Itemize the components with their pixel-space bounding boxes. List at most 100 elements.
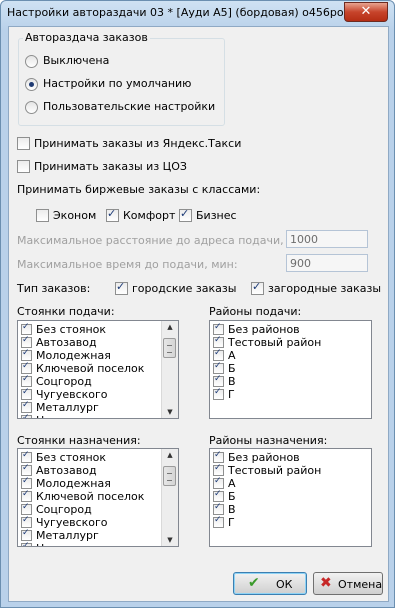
pickup-stands-label: Стоянки подачи: (17, 305, 115, 318)
list-item[interactable]: Металлург (21, 400, 99, 414)
list-item[interactable]: Металлург (21, 528, 99, 542)
class-business-label: Бизнес (196, 209, 237, 222)
list-item-checkbox[interactable] (213, 361, 224, 374)
list-item-checkbox[interactable] (213, 387, 224, 400)
list-item[interactable]: Тестовый район (213, 463, 322, 477)
list-item[interactable]: Соцгород (21, 374, 92, 388)
list-item-checkbox[interactable] (213, 450, 224, 463)
list-item[interactable]: Ц (21, 413, 45, 418)
list-item[interactable]: Ключевой поселок (21, 361, 144, 375)
list-item-checkbox[interactable] (21, 400, 32, 413)
list-item-label: Металлург (36, 401, 99, 414)
radio-off-circle[interactable] (25, 55, 38, 68)
list-item-label: А (228, 477, 236, 490)
list-item-checkbox[interactable] (21, 348, 32, 361)
radio-default-circle[interactable] (25, 78, 38, 91)
suburban-orders-checkbox[interactable] (251, 280, 264, 295)
pickup-stands-list[interactable]: Без стоянок Автозавод Молодежная Ключево… (17, 320, 179, 419)
list-item[interactable]: Без стоянок (21, 450, 107, 464)
list-item-checkbox[interactable] (213, 348, 224, 361)
scroll-up-icon[interactable]: ▲ (165, 451, 175, 459)
list-item-label: Г (228, 516, 235, 529)
list-item-label: Молодежная (36, 477, 111, 490)
scroll-up-icon[interactable]: ▲ (165, 323, 175, 331)
list-item-checkbox[interactable] (213, 463, 224, 476)
list-item[interactable]: Чугуевского (21, 387, 108, 401)
list-item[interactable]: Тестовый район (213, 335, 321, 349)
scroll-thumb[interactable] (163, 338, 176, 358)
list-item-checkbox[interactable] (21, 528, 32, 541)
autodistribution-group-label: Автораздача заказов (23, 31, 150, 44)
list-item[interactable]: Г (213, 387, 235, 401)
radio-off-label: Выключена (43, 54, 110, 67)
list-item-checkbox[interactable] (21, 335, 32, 348)
list-item-checkbox[interactable] (21, 463, 32, 476)
list-item-checkbox[interactable] (21, 387, 32, 400)
title-bar[interactable]: Настройки автораздачи 03 * [Ауди А5] (бо… (1, 1, 394, 25)
cancel-button[interactable]: ✖ Отмена (313, 572, 383, 595)
dest-districts-list[interactable]: Без районов Тестовый район А Б В Г (209, 448, 372, 547)
class-economy-checkbox[interactable] (36, 209, 49, 222)
class-business-checkbox[interactable] (179, 207, 192, 222)
list-item[interactable]: Молодежная (21, 476, 111, 490)
list-item[interactable]: Автозавод (21, 335, 97, 349)
scrollbar[interactable]: ▲ ▼ (161, 449, 178, 546)
class-economy-label: Эконом (53, 209, 97, 222)
pickup-districts-label: Районы подачи: (209, 305, 302, 318)
list-item-label: Тестовый район (228, 464, 322, 477)
scroll-down-icon[interactable]: ▼ (165, 536, 175, 544)
list-item[interactable]: Молодежная (21, 348, 111, 362)
order-type-label: Тип заказов: (17, 282, 91, 295)
scrollbar[interactable]: ▲ ▼ (161, 321, 178, 418)
class-comfort-checkbox[interactable] (106, 207, 119, 222)
list-item[interactable]: Без районов (213, 450, 300, 464)
list-item-checkbox[interactable] (213, 335, 224, 348)
accept-yandex-checkbox[interactable] (17, 137, 30, 150)
list-item[interactable]: Чугуевского (21, 515, 108, 529)
dest-stands-list[interactable]: Без стоянок Автозавод Молодежная Ключево… (17, 448, 179, 547)
list-item-checkbox[interactable] (213, 476, 224, 489)
list-item-checkbox[interactable] (213, 502, 224, 515)
close-button[interactable]: ✕ (344, 2, 388, 22)
radio-custom-label: Пользовательские настройки (43, 100, 216, 113)
list-item[interactable]: Без районов (213, 322, 300, 336)
list-item-label: Чугуевского (36, 516, 108, 529)
ok-button[interactable]: ✔ ОК (233, 572, 307, 595)
list-item-checkbox[interactable] (213, 374, 224, 387)
max-distance-input[interactable]: 1000 (286, 230, 368, 248)
settings-window: Настройки автораздачи 03 * [Ауди А5] (бо… (0, 0, 395, 608)
list-item-checkbox[interactable] (21, 322, 32, 335)
list-item-label: Без стоянок (36, 323, 107, 336)
list-item[interactable]: Автозавод (21, 463, 97, 477)
list-item-checkbox[interactable] (21, 476, 32, 489)
accept-cod-checkbox[interactable] (17, 160, 30, 173)
list-item[interactable]: Соцгород (21, 502, 92, 516)
list-item-checkbox[interactable] (21, 450, 32, 463)
list-item-label: Б (228, 490, 236, 503)
list-item[interactable]: Ключевой поселок (21, 489, 145, 503)
list-item[interactable]: Без стоянок (21, 322, 107, 336)
list-item[interactable]: Ц (21, 541, 45, 546)
list-item-checkbox[interactable] (21, 374, 32, 387)
list-item-checkbox[interactable] (21, 413, 32, 418)
list-item-label: Без стоянок (36, 451, 107, 464)
list-item[interactable]: Г (213, 515, 235, 529)
list-item-label: Ключевой поселок (36, 490, 145, 503)
city-orders-checkbox[interactable] (115, 280, 128, 295)
list-item-checkbox[interactable] (21, 489, 32, 502)
dialog-body: Автораздача заказов Выключена Настройки … (8, 26, 389, 602)
list-item-checkbox[interactable] (213, 489, 224, 502)
radio-custom-circle[interactable] (25, 101, 38, 114)
list-item-label: Без районов (228, 451, 300, 464)
scroll-thumb[interactable] (163, 466, 176, 486)
list-item-checkbox[interactable] (21, 515, 32, 528)
list-item-checkbox[interactable] (21, 502, 32, 515)
list-item-checkbox[interactable] (213, 515, 224, 528)
list-item-checkbox[interactable] (21, 541, 32, 546)
max-time-input[interactable]: 900 (286, 254, 368, 272)
list-item-checkbox[interactable] (21, 361, 32, 374)
pickup-districts-list[interactable]: Без районов Тестовый район А Б В Г (209, 320, 372, 419)
cross-icon: ✖ (320, 575, 332, 591)
scroll-down-icon[interactable]: ▼ (165, 408, 175, 416)
list-item-checkbox[interactable] (213, 322, 224, 335)
